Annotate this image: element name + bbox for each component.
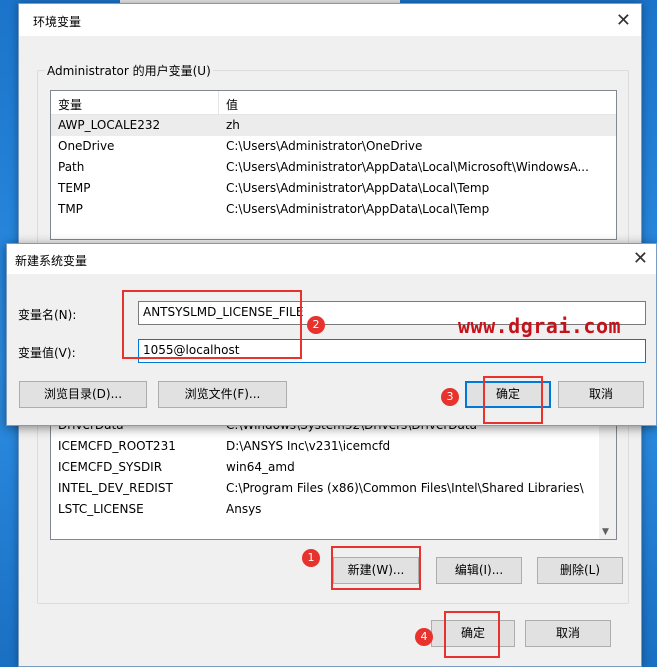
list-item[interactable]: ICEMCFD_ROOT231 D:\ANSYS Inc\v231\icemcf… <box>51 436 616 457</box>
variable-value: D:\ANSYS Inc\v231\icemcfd <box>226 439 391 453</box>
variable-value: C:\Users\Administrator\OneDrive <box>226 139 423 153</box>
variable-value: C:\Users\Administrator\AppData\Local\Tem… <box>226 202 490 216</box>
list-item[interactable]: ICEMCFD_SYSDIR win64_amd <box>51 457 616 478</box>
step-badge-4: 4 <box>415 628 433 646</box>
title-bar: 新建系统变量 ✕ <box>7 244 656 274</box>
list-item[interactable]: OneDrive C:\Users\Administrator\OneDrive <box>51 136 616 157</box>
variable-name-label: 变量名(N): <box>18 308 77 322</box>
step-badge-1: 1 <box>302 549 320 567</box>
highlight-box-env-ok <box>444 611 500 658</box>
variable-name: INTEL_DEV_REDIST <box>58 481 173 495</box>
variable-name: ICEMCFD_ROOT231 <box>58 439 176 453</box>
cancel-button[interactable]: 取消 <box>558 381 644 408</box>
browse-directory-button[interactable]: 浏览目录(D)... <box>19 381 147 408</box>
variable-name: LSTC_LICENSE <box>58 502 144 516</box>
variable-name: ICEMCFD_SYSDIR <box>58 460 163 474</box>
edit-button[interactable]: 编辑(I)... <box>436 557 522 584</box>
variable-value: C:\Program Files (x86)\Common Files\Inte… <box>226 481 584 495</box>
list-item[interactable]: TMP C:\Users\Administrator\AppData\Local… <box>51 199 616 220</box>
variable-name: OneDrive <box>58 139 115 153</box>
highlight-box-new-button <box>331 546 421 590</box>
variable-name: TEMP <box>58 181 91 195</box>
variable-value: C:\Users\Administrator\AppData\Local\Mic… <box>226 160 589 174</box>
variable-name: Path <box>58 160 85 174</box>
variable-name: AWP_LOCALE232 <box>58 118 161 132</box>
dialog-title: 环境变量 <box>33 15 82 29</box>
highlight-box-variable-fields <box>122 290 302 359</box>
dialog-title: 新建系统变量 <box>15 254 88 268</box>
variable-value: win64_amd <box>226 460 295 474</box>
list-header: 变量 值 <box>51 91 616 115</box>
user-variables-group-title: Administrator 的用户变量(U) <box>45 62 213 79</box>
close-icon[interactable]: ✕ <box>616 12 631 30</box>
variable-value-label: 变量值(V): <box>18 346 76 360</box>
list-item[interactable]: TEMP C:\Users\Administrator\AppData\Loca… <box>51 178 616 199</box>
delete-button[interactable]: 删除(L) <box>537 557 623 584</box>
highlight-box-dialog-ok <box>483 376 543 424</box>
browse-file-button[interactable]: 浏览文件(F)... <box>158 381 287 408</box>
column-separator[interactable] <box>218 91 219 115</box>
list-item[interactable]: AWP_LOCALE232 zh <box>51 115 616 136</box>
system-variables-list[interactable]: DriverData C:\Windows\System32\Drivers\D… <box>50 414 617 540</box>
column-header-variable[interactable]: 变量 <box>58 96 82 113</box>
list-item[interactable]: Path C:\Users\Administrator\AppData\Loca… <box>51 157 616 178</box>
variable-name: TMP <box>58 202 83 216</box>
list-item[interactable]: INTEL_DEV_REDIST C:\Program Files (x86)\… <box>51 478 616 499</box>
variable-value: C:\Users\Administrator\AppData\Local\Tem… <box>226 181 490 195</box>
user-variables-list[interactable]: 变量 值 AWP_LOCALE232 zh OneDrive C:\Users\… <box>50 90 617 240</box>
vertical-scrollbar[interactable]: ▼ <box>599 415 616 539</box>
watermark-text: www.dgrai.com <box>458 314 622 338</box>
close-icon[interactable]: ✕ <box>633 250 648 268</box>
title-bar: 环境变量 ✕ <box>19 4 641 36</box>
list-item[interactable]: LSTC_LICENSE Ansys <box>51 499 616 520</box>
cancel-button[interactable]: 取消 <box>525 620 611 647</box>
step-badge-2: 2 <box>307 316 325 334</box>
column-header-value[interactable]: 值 <box>226 96 238 113</box>
step-badge-3: 3 <box>441 388 459 406</box>
variable-value: zh <box>226 118 240 132</box>
variable-value: Ansys <box>226 502 262 516</box>
scroll-down-icon[interactable]: ▼ <box>602 527 609 537</box>
